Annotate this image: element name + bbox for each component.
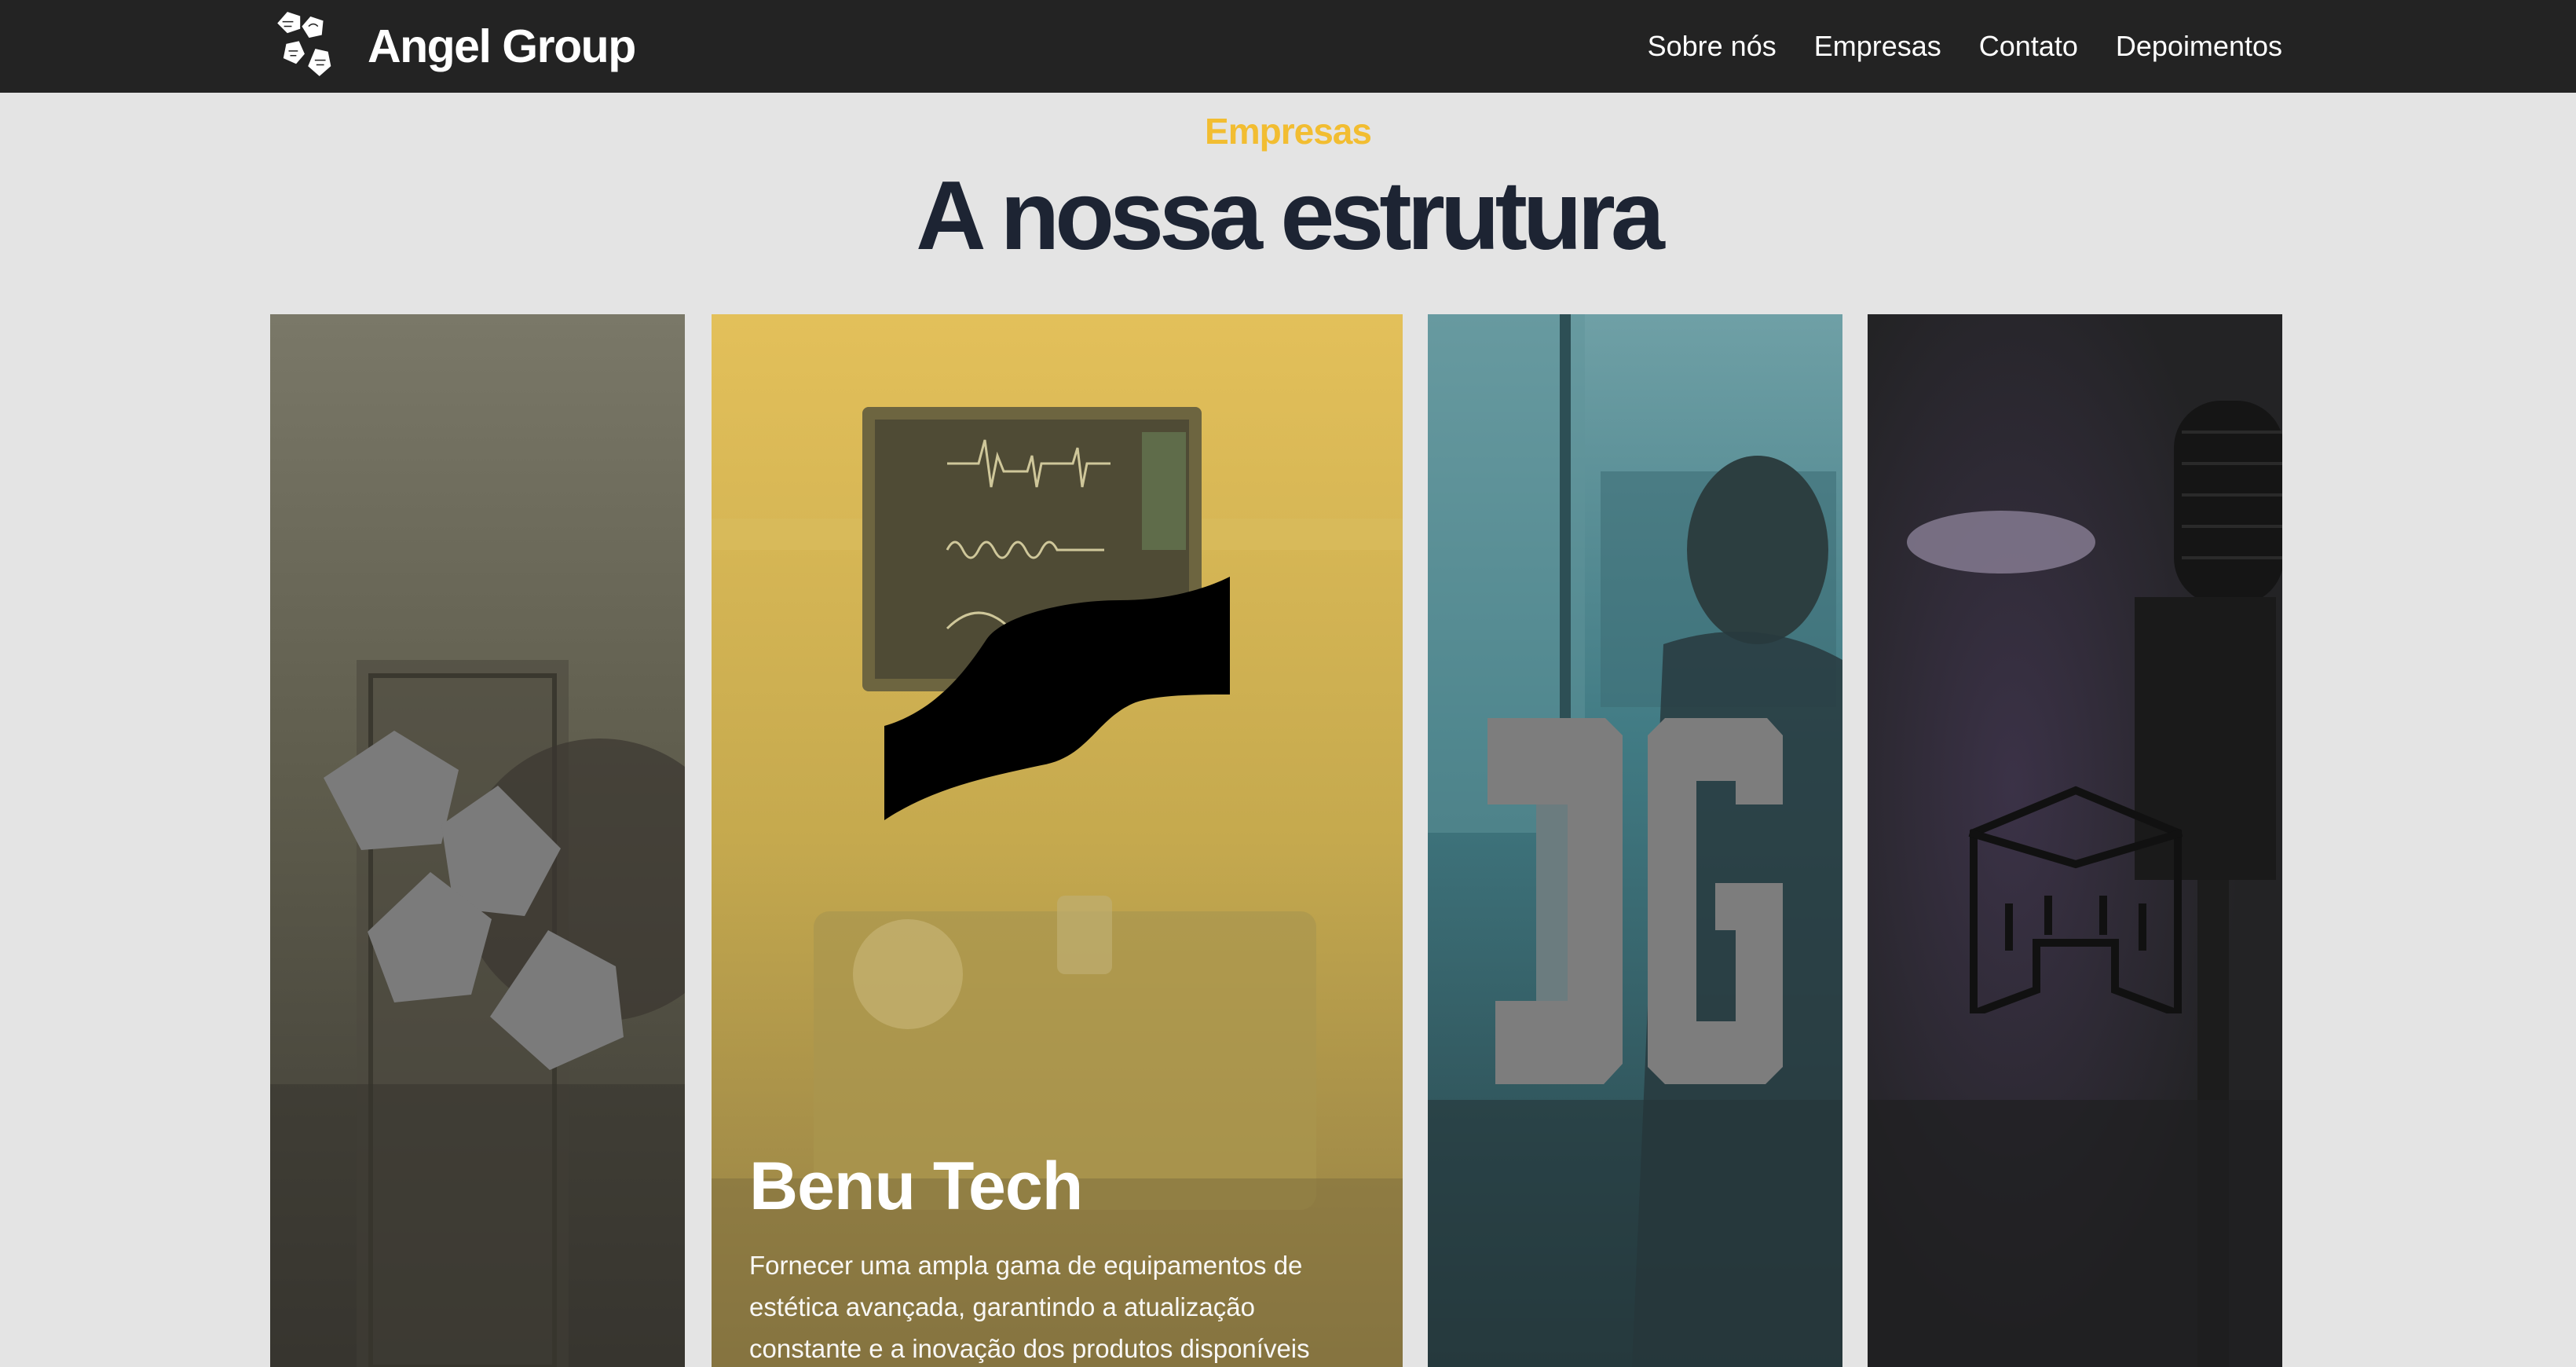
- company-card-1[interactable]: [270, 314, 685, 1367]
- nav-link-depoimentos[interactable]: Depoimentos: [2116, 30, 2282, 63]
- company-card-4[interactable]: [1868, 314, 2282, 1367]
- benu-tech-wave-icon: [884, 577, 1230, 820]
- angel-group-logo-icon: [275, 9, 333, 79]
- nav-link-sobre-nos[interactable]: Sobre nós: [1648, 30, 1776, 63]
- section-eyebrow: Empresas: [1205, 111, 1372, 152]
- card-title: Benu Tech: [749, 1149, 1083, 1224]
- nav-link-contato[interactable]: Contato: [1979, 30, 2078, 63]
- nav-link-empresas[interactable]: Empresas: [1814, 30, 1941, 63]
- brand-home-link[interactable]: Angel Group: [270, 0, 636, 93]
- company-card-benu-tech[interactable]: Benu Tech Fornecer uma ampla gama de equ…: [712, 314, 1403, 1367]
- company-card-3[interactable]: [1428, 314, 1842, 1367]
- pentagon-cluster-icon: [324, 731, 624, 1070]
- card-description: Fornecer uma ampla gama de equipamentos …: [749, 1251, 1310, 1363]
- dg-monogram-icon: [1487, 718, 1783, 1084]
- castle-outline-icon: [1968, 786, 2183, 1013]
- benu-tech-card-content: Benu Tech Fornecer uma ampla gama de equ…: [749, 1147, 1370, 1367]
- section-title: A nossa estrutura: [916, 162, 1665, 270]
- main-nav: Sobre nós Empresas Contato Depoimentos: [1648, 0, 2282, 93]
- top-navbar: Angel Group Sobre nós Empresas Contato D…: [0, 0, 2576, 93]
- brand-name: Angel Group: [368, 20, 636, 72]
